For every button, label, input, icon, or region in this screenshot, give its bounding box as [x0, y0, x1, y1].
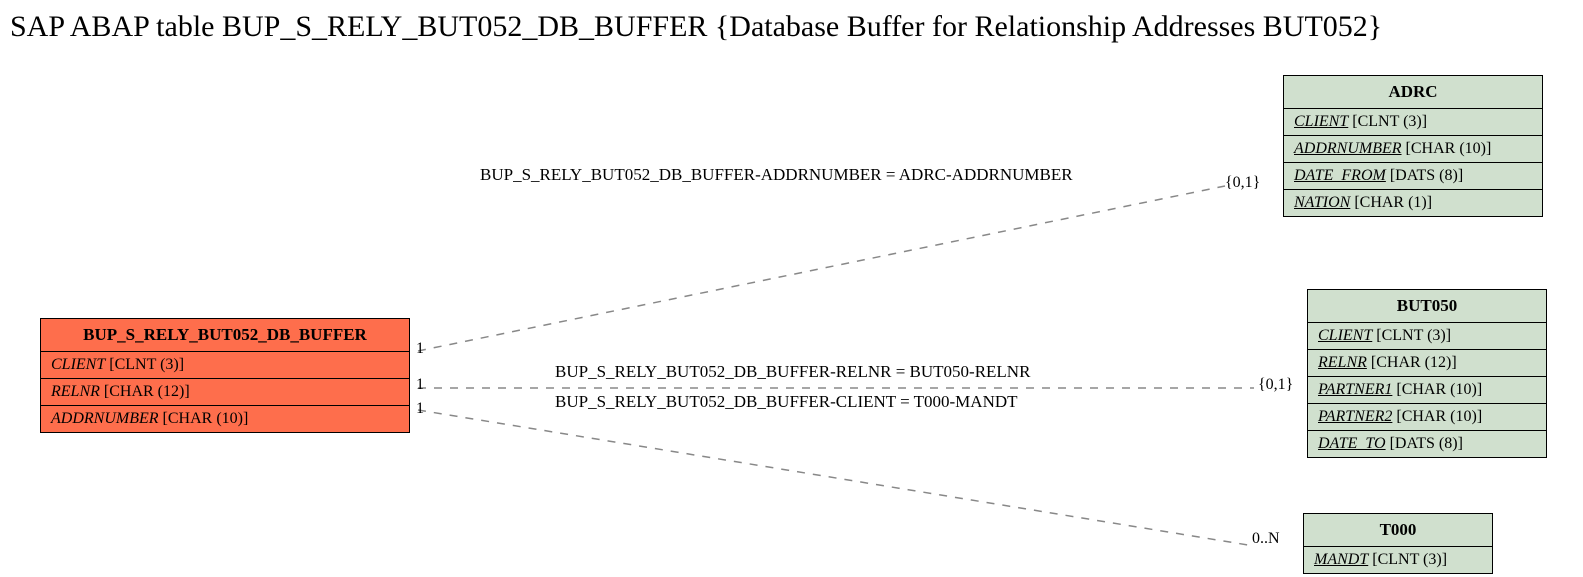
- cardinality-left-2: 1: [416, 376, 424, 394]
- entity-but050-field-2: PARTNER1 [CHAR (10)]: [1308, 377, 1546, 404]
- relation-label-1: BUP_S_RELY_BUT052_DB_BUFFER-ADDRNUMBER =…: [480, 165, 1073, 185]
- field-label: ADDRNUMBER: [51, 410, 159, 427]
- field-type: [CHAR (10)]: [1402, 140, 1492, 157]
- field-label: DATE_FROM: [1294, 167, 1386, 184]
- field-type: [CHAR (12)]: [1367, 354, 1457, 371]
- entity-but050-field-3: PARTNER2 [CHAR (10)]: [1308, 404, 1546, 431]
- entity-adrc-header: ADRC: [1284, 76, 1542, 109]
- entity-but050-field-4: DATE_TO [DATS (8)]: [1308, 431, 1546, 457]
- entity-main-header: BUP_S_RELY_BUT052_DB_BUFFER: [41, 319, 409, 352]
- field-type: [CLNT (3)]: [1372, 327, 1451, 344]
- entity-t000-field-0: MANDT [CLNT (3)]: [1304, 547, 1492, 573]
- entity-main-field-0: CLIENT [CLNT (3)]: [41, 352, 409, 379]
- cardinality-left-3: 1: [416, 400, 424, 418]
- entity-main-field-2: ADDRNUMBER [CHAR (10)]: [41, 406, 409, 432]
- entity-main-field-1: RELNR [CHAR (12)]: [41, 379, 409, 406]
- field-type: [CLNT (3)]: [1348, 113, 1427, 130]
- field-label: ADDRNUMBER: [1294, 140, 1402, 157]
- cardinality-right-3: 0..N: [1252, 530, 1280, 548]
- field-label: PARTNER2: [1318, 408, 1392, 425]
- field-type: [CHAR (1)]: [1350, 194, 1432, 211]
- field-type: [CHAR (10)]: [1392, 408, 1482, 425]
- field-label: RELNR: [51, 383, 100, 400]
- field-type: [DATS (8)]: [1386, 167, 1463, 184]
- relation-label-3: BUP_S_RELY_BUT052_DB_BUFFER-CLIENT = T00…: [555, 392, 1018, 412]
- field-type: [CHAR (10)]: [1392, 381, 1482, 398]
- field-label: PARTNER1: [1318, 381, 1392, 398]
- entity-but050-header: BUT050: [1308, 290, 1546, 323]
- entity-adrc-field-2: DATE_FROM [DATS (8)]: [1284, 163, 1542, 190]
- entity-but050: BUT050 CLIENT [CLNT (3)] RELNR [CHAR (12…: [1307, 289, 1547, 458]
- entity-t000: T000 MANDT [CLNT (3)]: [1303, 513, 1493, 574]
- entity-adrc-field-3: NATION [CHAR (1)]: [1284, 190, 1542, 216]
- entity-but050-field-1: RELNR [CHAR (12)]: [1308, 350, 1546, 377]
- field-type: [CHAR (10)]: [159, 410, 249, 427]
- field-type: [CLNT (3)]: [1368, 551, 1447, 568]
- entity-t000-header: T000: [1304, 514, 1492, 547]
- field-type: [DATS (8)]: [1386, 435, 1463, 452]
- field-label: CLIENT: [1294, 113, 1348, 130]
- field-type: [CLNT (3)]: [105, 356, 184, 373]
- field-label: MANDT: [1314, 551, 1368, 568]
- relation-label-2: BUP_S_RELY_BUT052_DB_BUFFER-RELNR = BUT0…: [555, 362, 1030, 382]
- cardinality-right-1: {0,1}: [1225, 174, 1260, 192]
- entity-adrc: ADRC CLIENT [CLNT (3)] ADDRNUMBER [CHAR …: [1283, 75, 1543, 217]
- entity-but050-field-0: CLIENT [CLNT (3)]: [1308, 323, 1546, 350]
- entity-adrc-field-1: ADDRNUMBER [CHAR (10)]: [1284, 136, 1542, 163]
- field-label: CLIENT: [51, 356, 105, 373]
- field-label: CLIENT: [1318, 327, 1372, 344]
- field-label: RELNR: [1318, 354, 1367, 371]
- cardinality-left-1: 1: [416, 340, 424, 358]
- page-title: SAP ABAP table BUP_S_RELY_BUT052_DB_BUFF…: [10, 10, 1382, 44]
- field-label: DATE_TO: [1318, 435, 1386, 452]
- cardinality-right-2: {0,1}: [1258, 376, 1293, 394]
- entity-main: BUP_S_RELY_BUT052_DB_BUFFER CLIENT [CLNT…: [40, 318, 410, 433]
- entity-adrc-field-0: CLIENT [CLNT (3)]: [1284, 109, 1542, 136]
- field-type: [CHAR (12)]: [100, 383, 190, 400]
- field-label: NATION: [1294, 194, 1350, 211]
